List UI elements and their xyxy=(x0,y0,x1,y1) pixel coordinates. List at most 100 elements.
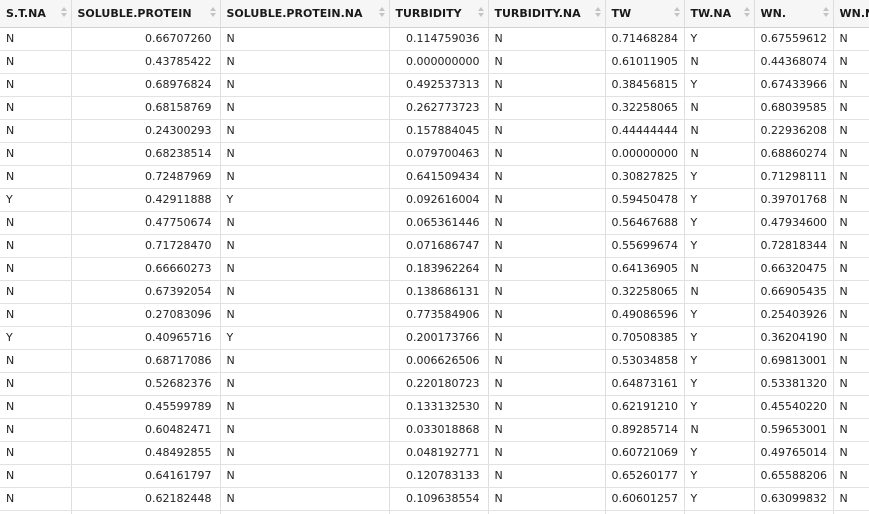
table-body: N 0.66707260 N 0.114759036 N 0.71468284 Y 0.675… xyxy=(0,27,869,514)
table-row[interactable]: N 0.43785422 N 0.000000000 N 0.61011905 N 0.443… xyxy=(0,50,869,74)
table-cell: N xyxy=(220,372,390,396)
table-row[interactable]: N 0.68976824 N 0.492537313 N 0.38456815 Y 0.674… xyxy=(0,73,869,97)
table-cell: Y xyxy=(220,188,390,212)
table-row[interactable]: N 0.67392054 N 0.138686131 N 0.32258065 N 0.669… xyxy=(0,280,869,304)
column-header-turbidity-na[interactable]: TURBIDITY.NA xyxy=(488,0,606,28)
table-cell: Y xyxy=(0,326,72,350)
table-cell: N xyxy=(488,234,606,258)
table-cell: N xyxy=(220,280,390,304)
column-header-turbidity[interactable]: TURBIDITY xyxy=(389,0,489,28)
table-cell: 0.43785422 xyxy=(71,50,221,74)
table-cell: 0.38456815 xyxy=(605,73,685,97)
table-cell: 0.40965716 xyxy=(71,326,221,350)
column-header-tw-na[interactable]: TW.NA xyxy=(684,0,755,28)
sort-arrows-icon[interactable] xyxy=(60,7,67,19)
table-cell: N xyxy=(488,372,606,396)
column-header-soluble-protein-na[interactable]: SOLUBLE.PROTEIN.NA xyxy=(220,0,390,28)
sort-arrows-icon[interactable] xyxy=(822,7,829,19)
table-cell: N xyxy=(220,257,390,281)
table-cell: 0.183962264 xyxy=(389,257,489,281)
column-header-label: WN. xyxy=(760,7,787,20)
table-cell: 0.66660273 xyxy=(71,257,221,281)
table-cell: 0.048192771 xyxy=(389,441,489,465)
column-header-wn-na[interactable]: WN.NA xyxy=(833,0,869,28)
table-cell: N xyxy=(220,464,390,488)
table-cell: N xyxy=(833,280,869,304)
sort-arrows-icon[interactable] xyxy=(743,7,750,19)
table-cell: Y xyxy=(0,188,72,212)
table-cell: Y xyxy=(684,165,755,189)
table-row[interactable]: N 0.68238514 N 0.079700463 N 0.00000000 N 0.688… xyxy=(0,142,869,166)
table-cell: 0.53034858 xyxy=(605,349,685,373)
sort-arrows-icon[interactable] xyxy=(594,7,601,19)
table-cell: 0.49765014 xyxy=(754,441,834,465)
table-row[interactable]: N 0.48492855 N 0.048192771 N 0.60721069 Y 0.497… xyxy=(0,441,869,465)
table-cell: N xyxy=(488,441,606,465)
table-cell: 0.71298111 xyxy=(754,165,834,189)
table-row[interactable]: N 0.60482471 N 0.033018868 N 0.89285714 N 0.596… xyxy=(0,418,869,442)
table-cell: N xyxy=(488,487,606,511)
table-row[interactable]: N 0.27083096 N 0.773584906 N 0.49086596 Y 0.254… xyxy=(0,303,869,327)
sort-arrows-icon[interactable] xyxy=(209,7,216,19)
table-cell: N xyxy=(833,257,869,281)
table-row[interactable]: N 0.45599789 N 0.133132530 N 0.62191210 Y 0.455… xyxy=(0,395,869,419)
column-header-wn[interactable]: WN. xyxy=(754,0,834,28)
table-row[interactable]: N 0.24300293 N 0.157884045 N 0.44444444 N 0.229… xyxy=(0,119,869,143)
table-row[interactable]: N 0.66707260 N 0.114759036 N 0.71468284 Y 0.675… xyxy=(0,27,869,51)
table-row[interactable] xyxy=(0,510,869,514)
table-cell: 0.42911888 xyxy=(71,188,221,212)
table-cell: N xyxy=(220,50,390,74)
table-cell: 0.49086596 xyxy=(605,303,685,327)
table-row[interactable]: N 0.66660273 N 0.183962264 N 0.64136905 N 0.663… xyxy=(0,257,869,281)
table-cell: 0.262773723 xyxy=(389,96,489,120)
table-row[interactable]: N 0.47750674 N 0.065361446 N 0.56467688 Y 0.479… xyxy=(0,211,869,235)
sort-arrows-icon[interactable] xyxy=(673,7,680,19)
column-header-tw[interactable]: TW xyxy=(605,0,685,28)
table-row[interactable]: N 0.71728470 N 0.071686747 N 0.55699674 Y 0.728… xyxy=(0,234,869,258)
column-header-soluble-protein[interactable]: SOLUBLE.PROTEIN xyxy=(71,0,221,28)
table-row[interactable]: N 0.62182448 N 0.109638554 N 0.60601257 Y 0.630… xyxy=(0,487,869,511)
table-row[interactable]: N 0.52682376 N 0.220180723 N 0.64873161 Y 0.533… xyxy=(0,372,869,396)
table-row[interactable]: N 0.64161797 N 0.120783133 N 0.65260177 Y 0.655… xyxy=(0,464,869,488)
table-cell: N xyxy=(833,418,869,442)
table-cell: Y xyxy=(684,395,755,419)
column-header-s-t-na[interactable]: S.T.NA xyxy=(0,0,72,28)
table-cell: N xyxy=(0,27,72,51)
table-cell: N xyxy=(833,142,869,166)
table-cell: N xyxy=(488,73,606,97)
table-cell xyxy=(833,510,869,514)
table-row[interactable]: Y 0.40965716 Y 0.200173766 N 0.70508385 Y 0.362… xyxy=(0,326,869,350)
table-cell: 0.60482471 xyxy=(71,418,221,442)
table-row[interactable]: N 0.72487969 N 0.641509434 N 0.30827825 Y 0.712… xyxy=(0,165,869,189)
table-cell: N xyxy=(833,27,869,51)
table-cell: Y xyxy=(684,464,755,488)
table-cell: N xyxy=(833,372,869,396)
table-cell xyxy=(71,510,221,514)
column-header-label: TW.NA xyxy=(690,7,732,20)
table-cell: N xyxy=(684,257,755,281)
table-cell: N xyxy=(488,395,606,419)
table-cell: 0.773584906 xyxy=(389,303,489,327)
table-cell: N xyxy=(833,441,869,465)
table-cell: N xyxy=(0,142,72,166)
table-cell: N xyxy=(833,234,869,258)
table-cell: 0.62182448 xyxy=(71,487,221,511)
table-row[interactable]: Y 0.42911888 Y 0.092616004 N 0.59450478 Y 0.397… xyxy=(0,188,869,212)
table-cell: 0.68717086 xyxy=(71,349,221,373)
table-row[interactable]: N 0.68717086 N 0.006626506 N 0.53034858 Y 0.698… xyxy=(0,349,869,373)
sort-arrows-icon[interactable] xyxy=(477,7,484,19)
table-cell: 0.67392054 xyxy=(71,280,221,304)
table-row[interactable]: N 0.68158769 N 0.262773723 N 0.32258065 N 0.680… xyxy=(0,96,869,120)
table-cell: 0.59653001 xyxy=(754,418,834,442)
table-cell: N xyxy=(684,50,755,74)
table-cell: N xyxy=(833,211,869,235)
table-cell: N xyxy=(0,280,72,304)
table-cell: N xyxy=(0,418,72,442)
table-cell: N xyxy=(220,395,390,419)
table-cell: 0.45599789 xyxy=(71,395,221,419)
table-cell: N xyxy=(488,165,606,189)
table-cell: N xyxy=(684,418,755,442)
sort-arrows-icon[interactable] xyxy=(378,7,385,19)
table-cell: N xyxy=(0,395,72,419)
table-cell: N xyxy=(833,73,869,97)
